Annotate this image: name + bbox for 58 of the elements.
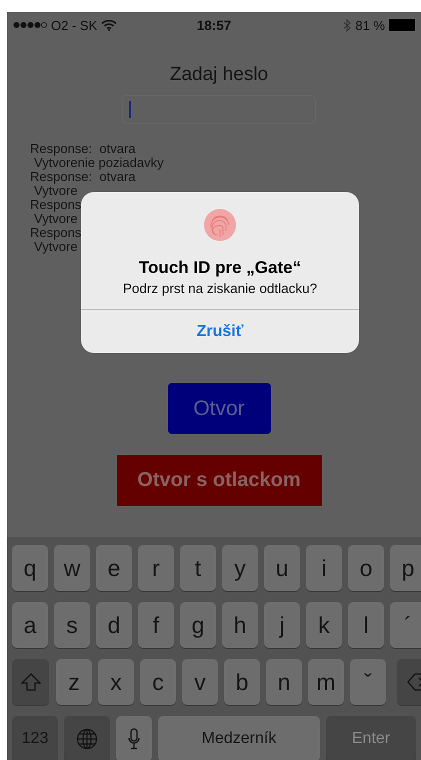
battery-icon [389,19,415,31]
cancel-button[interactable]: Zrušiť [81,309,359,353]
keyboard-key[interactable]: i [306,545,342,591]
keyboard-key[interactable]: o [348,545,384,591]
globe-key[interactable] [64,716,110,760]
clock-time: 18:57 [196,18,232,32]
keyboard-key[interactable]: e [96,545,132,591]
microphone-key[interactable] [116,716,152,760]
fingerprint-open-button[interactable]: Otvor s otlackom [116,455,322,506]
carrier-name: O2 - SK [51,18,98,32]
log-line: Vytvore [34,212,78,226]
shift-icon [20,673,40,691]
signal-icon [13,21,47,29]
dialog-message: Podrz prst na ziskanie odtlacku? [122,280,318,297]
globe-icon [76,728,98,750]
keyboard-key[interactable]: n [266,659,302,705]
keyboard-key[interactable]: t [180,545,216,591]
keyboard-key[interactable]: z [56,659,92,705]
keyboard-key[interactable]: x [98,659,134,705]
keyboard-key[interactable]: y [222,545,258,591]
log-line: Vytvore [34,184,78,198]
keyboard-key[interactable]: k [306,602,342,648]
log-line: Respons [30,226,82,240]
keyboard-key[interactable]: p [390,545,421,591]
keyboard-key[interactable]: a [12,602,48,648]
log-line: Respons [30,198,82,212]
keyboard-key[interactable]: d [96,602,132,648]
keyboard-key[interactable]: r [138,545,174,591]
shift-key[interactable] [12,659,49,705]
keyboard-key[interactable]: l [348,602,384,648]
keyboard-key[interactable]: ´ [390,602,421,648]
battery-percent: 81 % [355,18,385,32]
password-field[interactable] [122,95,316,124]
keyboard-key[interactable]: j [264,602,300,648]
keyboard-key[interactable]: w [54,545,90,591]
prompt-label: Zadaj heslo [170,64,268,86]
open-button[interactable]: Otvor [168,383,270,434]
dialog-title: Touch ID pre „Gate“ [138,258,302,278]
keyboard-key[interactable]: s [54,602,90,648]
log-line: Response: otvara [30,142,136,156]
keyboard-key[interactable]: b [224,659,260,705]
log-line: Response: otvara [30,170,136,184]
keyboard-key[interactable]: m [308,659,344,705]
bluetooth-icon [343,18,352,32]
keyboard-key[interactable]: g [180,602,216,648]
keyboard-key[interactable]: h [222,602,258,648]
keyboard-key[interactable]: q [12,545,48,591]
keyboard-key[interactable]: ˇ [350,659,386,705]
microphone-icon [128,728,140,750]
keyboard-key[interactable]: c [140,659,176,705]
log-line: Vytvorenie poziadavky [34,156,164,170]
keyboard-key[interactable]: v [182,659,218,705]
wifi-icon [101,19,118,31]
space-key[interactable]: Medzerník [158,716,320,760]
log-line: Vytvore [34,240,78,254]
keyboard-key[interactable]: f [138,602,174,648]
fingerprint-icon [204,209,236,241]
keyboard-key[interactable]: u [264,545,300,591]
